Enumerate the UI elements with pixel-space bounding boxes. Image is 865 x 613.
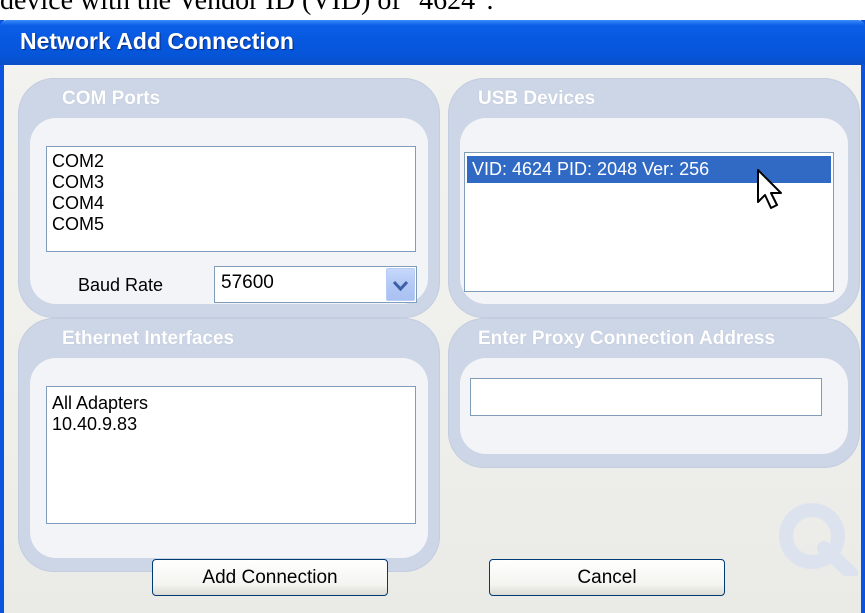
chevron-down-icon xyxy=(392,280,409,292)
baud-rate-value: 57600 xyxy=(221,272,274,293)
com-ports-title: COM Ports xyxy=(62,88,161,109)
usb-devices-title: USB Devices xyxy=(478,88,596,109)
proxy-address-group: Enter Proxy Connection Address xyxy=(448,318,860,468)
title-bar[interactable]: Network Add Connection xyxy=(0,20,865,65)
logo-q-icon xyxy=(779,503,858,576)
add-connection-button[interactable]: Add Connection xyxy=(152,559,388,596)
cancel-button[interactable]: Cancel xyxy=(489,559,725,596)
proxy-address-title: Enter Proxy Connection Address xyxy=(478,328,776,349)
window-title: Network Add Connection xyxy=(20,28,294,54)
baud-rate-label: Baud Rate xyxy=(78,275,164,295)
proxy-address-input[interactable] xyxy=(470,378,822,416)
baud-rate-select[interactable]: 57600 xyxy=(214,266,417,303)
list-item[interactable]: COM4 xyxy=(47,193,415,214)
list-item[interactable]: 10.40.9.83 xyxy=(47,414,415,435)
com-ports-group: COM Ports COM2 COM3 COM4 COM5 Baud Rate … xyxy=(18,78,440,318)
list-item[interactable]: COM3 xyxy=(47,172,415,193)
mouse-pointer-icon xyxy=(757,169,782,209)
ethernet-interfaces-group: Ethernet Interfaces All Adapters 10.40.9… xyxy=(18,318,440,572)
dropdown-button[interactable] xyxy=(386,268,415,301)
list-item[interactable]: COM2 xyxy=(47,151,415,172)
document-text-fragment: device with the Vendor ID (VID) of "4624… xyxy=(0,0,494,16)
ethernet-interfaces-list[interactable]: All Adapters 10.40.9.83 xyxy=(46,386,416,524)
ethernet-interfaces-title: Ethernet Interfaces xyxy=(62,328,235,349)
list-item[interactable]: All Adapters xyxy=(47,393,415,414)
usb-devices-group: USB Devices VID: 4624 PID: 2048 Ver: 256 xyxy=(448,78,860,318)
dialog-window: Network Add Connection COM Ports COM2 CO… xyxy=(0,20,865,613)
com-ports-list[interactable]: COM2 COM3 COM4 COM5 xyxy=(46,146,416,252)
list-item[interactable]: COM5 xyxy=(47,214,415,235)
